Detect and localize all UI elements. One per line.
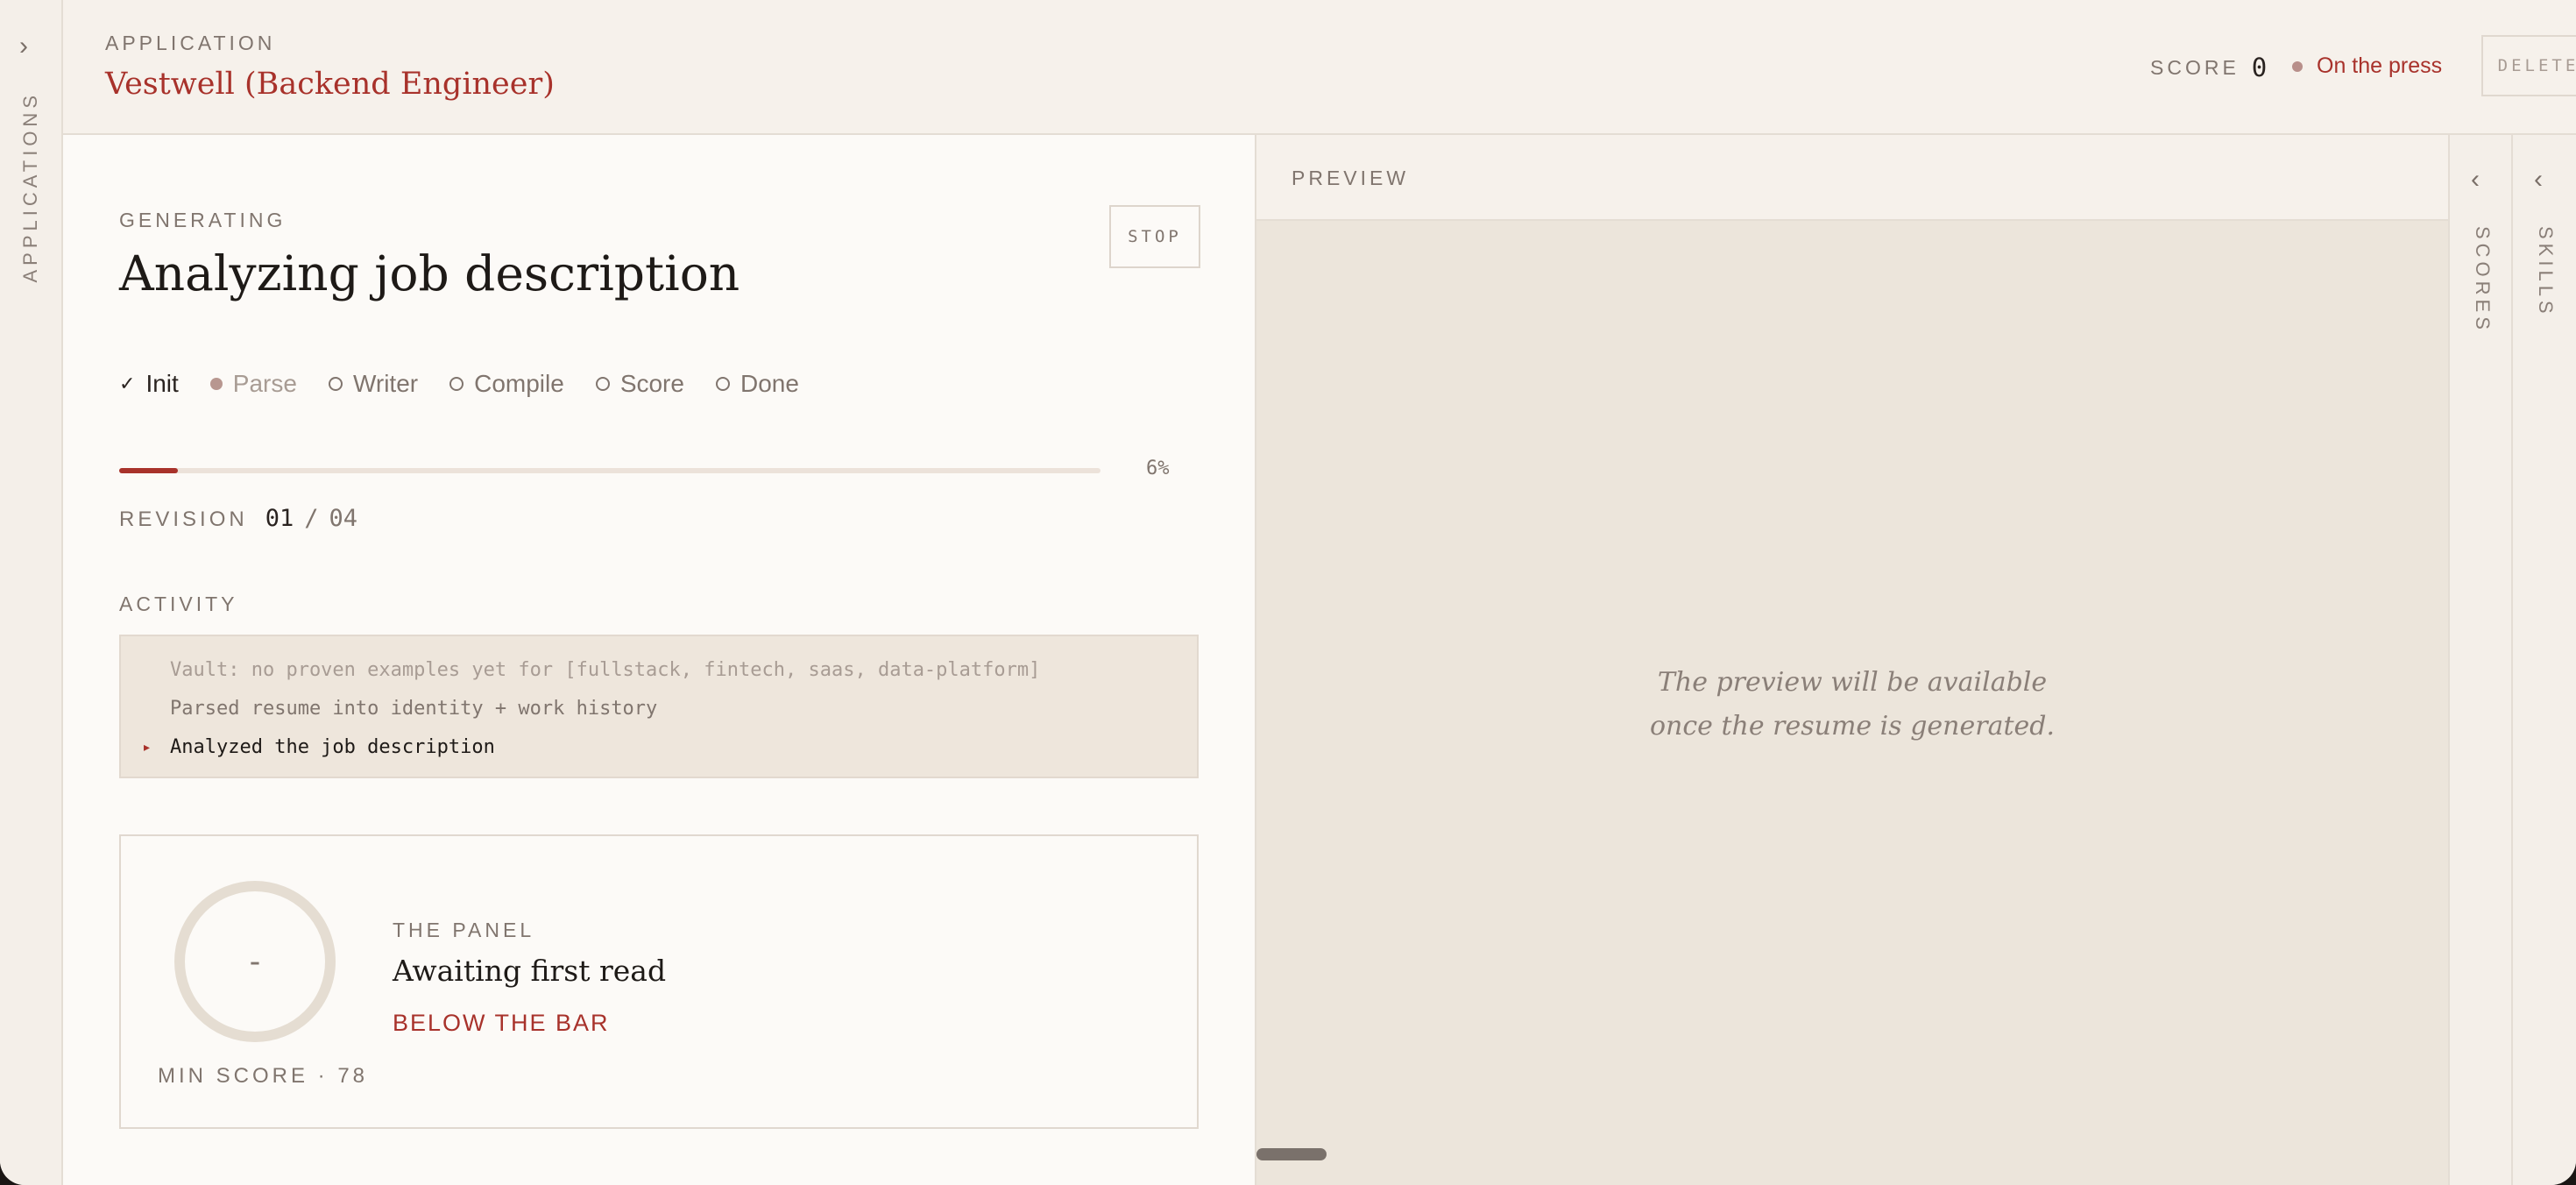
progress-percent: 6%	[1146, 458, 1170, 479]
scores-rail-label[interactable]: SCORES	[2471, 226, 2494, 334]
step-init: ✓ Init	[119, 370, 179, 398]
stop-button[interactable]: STOP	[1109, 205, 1200, 268]
application-header: APPLICATION Vestwell (Backend Engineer) …	[63, 0, 2576, 135]
step-writer: Writer	[328, 370, 419, 398]
the-panel-card: - MIN SCORE · 78 THE PANEL Awaiting firs…	[119, 834, 1199, 1129]
revision-separator: /	[304, 505, 319, 532]
step-compile: Compile	[449, 370, 564, 398]
header-score: SCORE 0	[2150, 53, 2267, 82]
preview-pane: PREVIEW The preview will be available on…	[1256, 135, 2448, 1185]
progress-bar	[119, 468, 1100, 473]
app-window: › APPLICATIONS APPLICATION Vestwell (Bac…	[0, 0, 2576, 1185]
step-label: Score	[619, 370, 684, 397]
pending-circle-icon	[449, 377, 464, 391]
the-panel-verdict: BELOW THE BAR	[393, 1010, 610, 1036]
activity-line: Vault: no proven examples yet for [fulls…	[170, 659, 1041, 681]
current-marker-icon: ▸	[144, 740, 151, 754]
preview-message-line: The preview will be available	[1657, 667, 2048, 698]
status-text: On the press	[2317, 53, 2443, 78]
status-dot-icon	[2292, 60, 2303, 72]
chevron-left-icon[interactable]: ‹	[2534, 167, 2543, 193]
min-score-label: MIN SCORE · 78	[158, 1064, 369, 1088]
score-value: 0	[2251, 53, 2268, 82]
gauge-value: -	[245, 943, 265, 980]
preview-header: PREVIEW	[1256, 135, 2448, 221]
activity-log[interactable]: Vault: no proven examples yet for [fulls…	[119, 635, 1199, 778]
chevron-left-icon[interactable]: ‹	[2471, 167, 2480, 193]
header-eyebrow: APPLICATION	[105, 32, 276, 54]
score-label: SCORE	[2150, 55, 2240, 79]
skills-rail[interactable]: ‹ SKILLS	[2511, 135, 2576, 1185]
applications-rail[interactable]: › APPLICATIONS	[0, 0, 63, 1185]
pending-circle-icon	[595, 377, 610, 391]
revision-counter: REVISION 01 / 04	[119, 505, 357, 532]
pending-circle-icon	[328, 377, 343, 391]
step-done: Done	[715, 370, 799, 398]
step-label: Parse	[232, 370, 297, 397]
preview-eyebrow: PREVIEW	[1292, 167, 1410, 189]
step-score: Score	[595, 370, 684, 398]
generation-panel: GENERATING Analyzing job description STO…	[63, 135, 1256, 1185]
preview-placeholder: The preview will be available once the r…	[1256, 661, 2448, 749]
activity-eyebrow: ACTIVITY	[119, 592, 238, 615]
progress-bar-fill	[119, 468, 179, 473]
step-label: Done	[740, 370, 799, 397]
step-label: Init	[145, 370, 179, 397]
status-badge: On the press	[2292, 53, 2442, 79]
horizontal-scrollbar[interactable]	[1256, 1148, 1327, 1160]
check-icon: ✓	[119, 373, 136, 394]
activity-line-current: Analyzed the job description	[170, 736, 495, 758]
step-label: Compile	[474, 370, 564, 397]
chevron-right-icon[interactable]: ›	[19, 33, 28, 60]
revision-label: REVISION	[119, 507, 248, 531]
the-panel-title: Awaiting first read	[393, 954, 667, 988]
skills-rail-label[interactable]: SKILLS	[2534, 226, 2557, 318]
delete-button[interactable]: DELETE	[2481, 35, 2576, 96]
preview-message-line: once the resume is generated.	[1649, 711, 2056, 742]
scores-rail[interactable]: ‹ SCORES	[2448, 135, 2513, 1185]
pending-circle-icon	[715, 377, 730, 391]
pipeline-steps: ✓ Init Parse Writer Compile Score Done	[119, 370, 831, 398]
active-dot-icon	[209, 378, 223, 390]
revision-total: 04	[329, 505, 357, 532]
revision-current: 01	[265, 505, 294, 532]
activity-line: Parsed resume into identity + work histo…	[170, 698, 658, 720]
application-title: Vestwell (Backend Engineer)	[105, 67, 555, 102]
generating-title: Analyzing job description	[119, 245, 740, 302]
generating-eyebrow: GENERATING	[119, 209, 287, 231]
applications-rail-label[interactable]: APPLICATIONS	[19, 91, 42, 283]
step-label: Writer	[352, 370, 419, 397]
step-parse: Parse	[209, 370, 297, 398]
the-panel-eyebrow: THE PANEL	[393, 919, 535, 941]
